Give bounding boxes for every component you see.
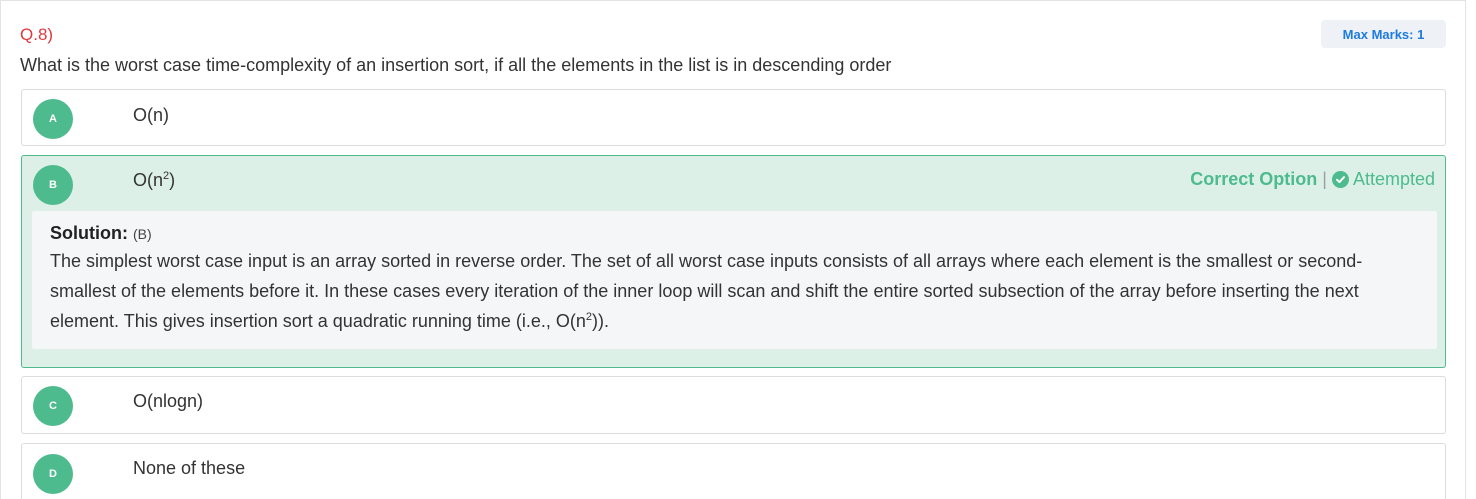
option-b-text: O(n2) [133, 170, 175, 191]
option-d-badge: D [33, 454, 73, 494]
option-b-text-end: ) [169, 170, 176, 190]
option-b-badge: B [33, 165, 73, 205]
question-text: What is the worst case time-complexity o… [20, 55, 892, 75]
solution-panel: Solution: (B) The simplest worst case in… [32, 211, 1437, 349]
attempted-label: Attempted [1352, 169, 1435, 189]
question-card: Q.8) Max Marks: 1 What is the worst case… [0, 0, 1466, 499]
solution-answer-key: (B) [133, 226, 152, 242]
check-circle-icon [1331, 171, 1349, 188]
option-c-text: O(nlogn) [133, 391, 204, 411]
solution-text-end: )). [592, 311, 610, 331]
option-c[interactable]: C O(nlogn) [21, 376, 1446, 434]
solution-text-main: The simplest worst case input is an arra… [50, 251, 1363, 331]
status-separator: | [1322, 169, 1327, 189]
option-a-text: O(n) [133, 105, 169, 125]
max-marks-badge: Max Marks: 1 [1321, 20, 1446, 48]
solution-text: The simplest worst case input is an arra… [50, 246, 1419, 336]
answer-status: Correct Option | Attempted [1190, 169, 1435, 190]
option-d-text: None of these [133, 458, 246, 478]
option-b-text-base: O(n [133, 170, 164, 190]
option-c-badge: C [33, 386, 73, 426]
question-number: Q.8) [20, 25, 54, 44]
solution-heading-row: Solution: (B) [50, 223, 1419, 244]
option-d[interactable]: D None of these [21, 443, 1446, 499]
option-a[interactable]: A O(n) [21, 89, 1446, 146]
option-b[interactable]: B O(n2) Correct Option | Attempted Solut… [21, 155, 1446, 368]
solution-heading: Solution: [50, 223, 128, 243]
option-a-badge: A [33, 99, 73, 139]
correct-option-label: Correct Option [1190, 169, 1318, 189]
